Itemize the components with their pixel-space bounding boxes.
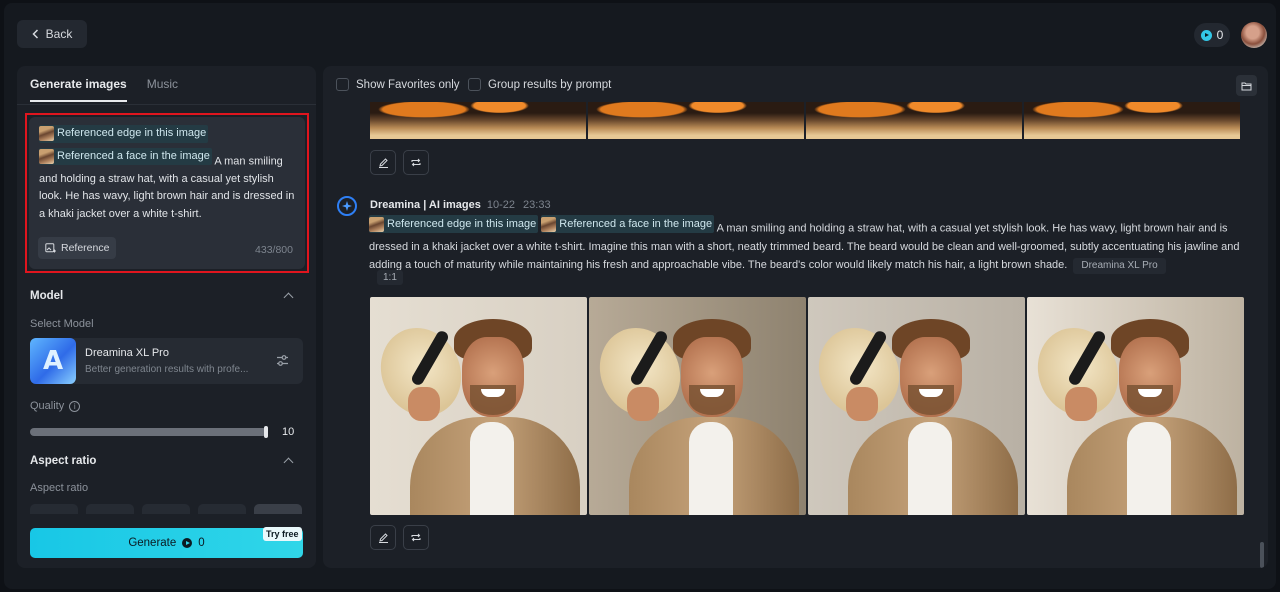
credits-count: 0 xyxy=(1216,28,1224,42)
reference-thumbnail xyxy=(39,126,54,142)
left-panel: Generate images Music Referenced edge in… xyxy=(17,66,316,568)
info-icon[interactable]: i xyxy=(69,400,81,412)
model-name: Dreamina XL Pro xyxy=(85,347,169,359)
generation-date: 10-22 xyxy=(486,199,516,211)
pencil-icon xyxy=(378,158,388,168)
scrollbar[interactable] xyxy=(1260,542,1264,568)
generated-images xyxy=(370,297,1244,515)
generated-image[interactable] xyxy=(589,297,806,515)
reference-chip-edge[interactable]: Referenced edge in this image xyxy=(39,125,209,143)
quality-slider-handle[interactable] xyxy=(264,426,268,438)
generation-prompt: Referenced edge in this image Referenced… xyxy=(369,215,1245,274)
group-by-prompt-toggle[interactable]: Group results by prompt xyxy=(468,78,611,91)
chevron-left-icon xyxy=(32,29,38,39)
reference-thumbnail xyxy=(369,216,384,232)
result-image[interactable] xyxy=(588,102,804,139)
previous-results-strip xyxy=(370,102,1240,139)
reference-button[interactable]: Reference xyxy=(38,237,117,259)
model-logo: A xyxy=(30,338,76,384)
model-tag: Dreamina XL Pro xyxy=(1073,257,1166,274)
result-image[interactable] xyxy=(370,102,586,139)
quality-label: Quality i xyxy=(30,400,81,412)
reference-chip-face[interactable]: Referenced a face in the image xyxy=(39,147,212,166)
tab-music[interactable]: Music xyxy=(147,66,178,102)
chevron-up-icon[interactable] xyxy=(283,292,294,303)
folder-icon xyxy=(1241,82,1252,90)
model-description: Better generation results with profe... xyxy=(85,364,249,375)
credit-coin-icon xyxy=(1200,29,1212,41)
user-avatar[interactable] xyxy=(1241,22,1267,48)
generated-image[interactable] xyxy=(370,297,587,515)
pencil-icon xyxy=(378,533,388,543)
mode-tabs: Generate images Music xyxy=(30,66,178,102)
try-free-badge: Try free xyxy=(263,527,302,541)
app-window: Back 0 Generate images Music Referenced … xyxy=(4,3,1276,589)
settings-sliders-icon[interactable] xyxy=(276,354,289,367)
tab-generate-images[interactable]: Generate images xyxy=(30,66,127,102)
model-section-title: Model xyxy=(30,290,64,302)
back-label: Back xyxy=(45,27,73,41)
aspect-ratio-label: Aspect ratio xyxy=(30,482,89,494)
model-selector[interactable]: A Dreamina XL Pro Better generation resu… xyxy=(30,338,303,384)
character-counter: 433/800 xyxy=(255,244,293,256)
select-model-label: Select Model xyxy=(30,318,94,330)
credits-badge[interactable]: 0 xyxy=(1194,23,1230,47)
regenerate-button[interactable] xyxy=(403,525,429,550)
favorites-checkbox[interactable] xyxy=(336,78,349,91)
result-image[interactable] xyxy=(1024,102,1240,139)
aspect-section-title: Aspect ratio xyxy=(30,455,97,467)
chevron-up-icon[interactable] xyxy=(283,457,294,468)
credit-coin-icon xyxy=(182,538,193,548)
generation-time: 23:33 xyxy=(523,199,551,211)
generated-image[interactable] xyxy=(1027,297,1244,515)
edit-prompt-button[interactable] xyxy=(370,150,396,175)
reference-thumbnail xyxy=(39,149,54,164)
reference-thumbnail xyxy=(541,216,557,232)
prompt-text[interactable]: Referenced edge in this image Referenced… xyxy=(39,125,295,223)
prompt-editor[interactable]: Referenced edge in this image Referenced… xyxy=(29,117,305,269)
quality-value: 10 xyxy=(282,426,295,438)
folder-button[interactable] xyxy=(1236,75,1257,96)
reference-chip-face[interactable]: Referenced a face in the image xyxy=(541,215,715,233)
ratio-tag: 1:1 xyxy=(377,270,403,285)
prompt-highlight-box: Referenced edge in this image Referenced… xyxy=(25,113,309,273)
generation-header: Dreamina | AI images 10-22 23:33 xyxy=(370,199,551,211)
edit-prompt-button[interactable] xyxy=(370,525,396,550)
dreamina-logo-icon xyxy=(337,196,357,216)
result-image[interactable] xyxy=(806,102,1022,139)
show-favorites-toggle[interactable]: Show Favorites only xyxy=(336,78,460,91)
quality-slider[interactable] xyxy=(30,426,268,438)
image-add-icon xyxy=(45,242,56,252)
generated-image[interactable] xyxy=(808,297,1025,515)
results-panel: Show Favorites only Group results by pro… xyxy=(323,66,1268,568)
regenerate-button[interactable] xyxy=(403,150,429,175)
repeat-icon xyxy=(411,158,421,167)
repeat-icon xyxy=(411,533,421,542)
back-button[interactable]: Back xyxy=(17,20,87,48)
reference-chip-edge[interactable]: Referenced edge in this image xyxy=(369,215,539,233)
group-checkbox[interactable] xyxy=(468,78,481,91)
tabs-divider xyxy=(17,104,316,105)
